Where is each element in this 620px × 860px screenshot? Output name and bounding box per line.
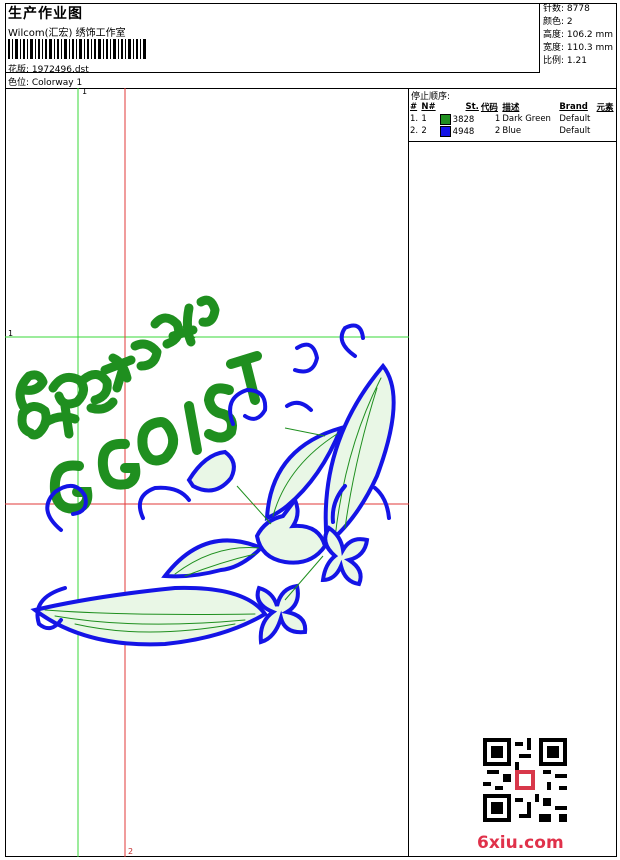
header: 生产作业图 Wilcom(汇宏) 绣饰工作室 花版: 1972496.dst 色… <box>5 3 617 89</box>
row-brand: Default <box>559 126 591 136</box>
row-stitches: 3828 <box>439 113 480 125</box>
company-name: Wilcom(汇宏) 绣饰工作室 <box>8 28 126 39</box>
row-needle: 2 <box>421 126 427 136</box>
stats-panel: 针数: 8778 颜色: 2 高度: 106.2 mm 宽度: 110.3 mm… <box>539 3 617 72</box>
watermark-logo: 6xiu.com <box>477 833 564 853</box>
row-description: Dark Green <box>502 114 551 124</box>
design-height: 高度: 106.2 mm <box>543 30 614 40</box>
row-stitches: 4948 <box>439 125 480 137</box>
qr-code-icon <box>483 738 567 822</box>
stop-sequence-panel: 停止顺序: # N# St. 代码 描述 Brand 元素 1. 1 3828 … <box>409 88 617 857</box>
horizontal-guide-label-1: 1 <box>8 329 14 338</box>
row-element <box>596 125 617 137</box>
row-needle: 1 <box>421 114 427 124</box>
design-width: 宽度: 110.3 mm <box>543 43 614 53</box>
col-code: 代码 <box>480 102 498 113</box>
col-brand: Brand <box>559 101 588 112</box>
design-canvas: 1 1 2 <box>5 87 409 857</box>
table-header-row: # N# St. 代码 描述 Brand 元素 <box>409 100 617 113</box>
design-file: 花版: 1972496.dst <box>8 65 89 75</box>
table-row: 1. 1 3828 1 Dark Green Default <box>409 113 617 125</box>
scale-ratio: 比例: 1.21 <box>543 56 587 66</box>
table-divider <box>409 141 617 142</box>
col-stitches: St. <box>465 101 479 112</box>
color-count: 颜色: 2 <box>543 17 573 27</box>
vertical-guide-label-2: 2 <box>128 847 134 856</box>
stitch-count: 针数: 8778 <box>543 4 590 14</box>
barcode-icon <box>8 39 146 59</box>
colorway-label: 色位: Colorway 1 <box>8 78 83 88</box>
row-element <box>596 113 617 125</box>
page-title: 生产作业图 <box>8 6 83 22</box>
row-index: 1. <box>410 114 419 124</box>
row-brand: Default <box>559 114 591 124</box>
row-description: Blue <box>502 126 522 136</box>
color-swatch-icon <box>439 125 451 137</box>
vertical-guide-label-1: 1 <box>82 87 88 96</box>
row-index: 2. <box>410 126 419 136</box>
color-swatch-icon <box>439 113 451 125</box>
col-needle: N# <box>421 101 436 112</box>
table-row: 2. 2 4948 2 Blue Default <box>409 125 617 137</box>
col-element: 元素 <box>596 102 614 113</box>
row-code: 1 <box>494 114 501 124</box>
stop-sequence-table: # N# St. 代码 描述 Brand 元素 1. 1 3828 1 Dark… <box>409 100 617 137</box>
col-description: 描述 <box>502 102 520 113</box>
embroidery-preview <box>5 88 409 857</box>
col-index: # <box>410 101 418 112</box>
header-divider <box>5 72 540 73</box>
row-code: 2 <box>494 126 501 136</box>
